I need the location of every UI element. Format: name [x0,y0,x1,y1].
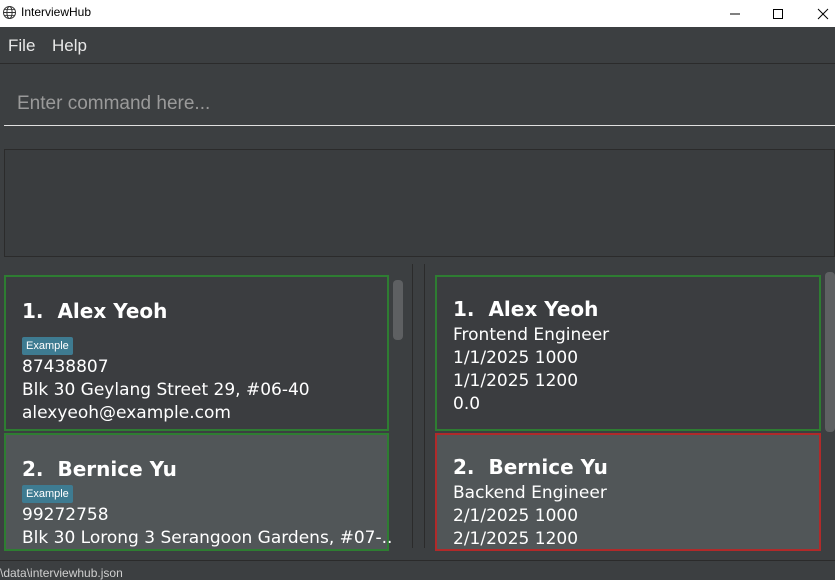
globe-icon [2,5,17,20]
person-address: Blk 30 Lorong 3 Serangoon Gardens, #07-.… [22,528,398,548]
interview-role: Frontend Engineer [453,325,610,345]
interview-role: Backend Engineer [453,483,607,503]
status-bar: \data\interviewhub.json [0,560,835,580]
scroll-thumb[interactable] [393,280,403,340]
window-title: InterviewHub [21,5,92,19]
maximize-button[interactable] [755,0,801,27]
interview-start: 1/1/2025 1000 [453,348,579,368]
person-phone: 99272758 [22,505,109,525]
person-name: 1. Alex Yeoh [22,299,168,323]
interview-name: 1. Alex Yeoh [453,297,599,321]
menu-help[interactable]: Help [52,36,87,56]
interview-list-scrollbar[interactable] [825,270,835,542]
person-address: Blk 30 Geylang Street 29, #06-40 [22,380,310,400]
person-email: alexyeoh@example.com [22,403,231,423]
command-input[interactable] [4,84,835,124]
person-name: 2. Bernice Yu [22,457,177,481]
result-display [4,149,835,257]
title-bar: InterviewHub [0,0,835,27]
close-icon [817,8,829,19]
person-card[interactable]: 1. Alex Yeoh Example 87438807 Blk 30 Gey… [4,275,389,431]
tag-badge: Example [22,485,73,503]
interview-card[interactable]: 1. Alex Yeoh Frontend Engineer 1/1/2025 … [435,275,821,431]
menu-bar: File Help [0,27,835,64]
person-card[interactable]: 2. Bernice Yu Example 99272758 Blk 30 Lo… [4,433,398,551]
person-list-panel: 1. Alex Yeoh Example 87438807 Blk 30 Gey… [0,264,413,551]
data-file-path: \data\interviewhub.json [0,566,123,580]
interview-end: 2/1/2025 1200 [453,529,579,549]
person-list-scrollbar[interactable] [393,278,403,546]
minimize-icon [730,13,740,14]
command-box [4,84,835,126]
interview-start: 2/1/2025 1000 [453,506,579,526]
scroll-thumb[interactable] [825,272,835,432]
maximize-icon [773,8,783,19]
tag-badge: Example [22,337,73,355]
interview-end: 1/1/2025 1200 [453,371,579,391]
interview-score: 0.0 [453,394,481,414]
interview-name: 2. Bernice Yu [453,455,608,479]
close-button[interactable] [800,0,835,27]
interview-card[interactable]: 2. Bernice Yu Backend Engineer 2/1/2025 … [435,433,821,551]
person-phone: 87438807 [22,357,109,377]
interview-list-panel: 1. Alex Yeoh Frontend Engineer 1/1/2025 … [424,264,835,551]
minimize-button[interactable] [712,0,758,27]
menu-file[interactable]: File [8,36,35,56]
